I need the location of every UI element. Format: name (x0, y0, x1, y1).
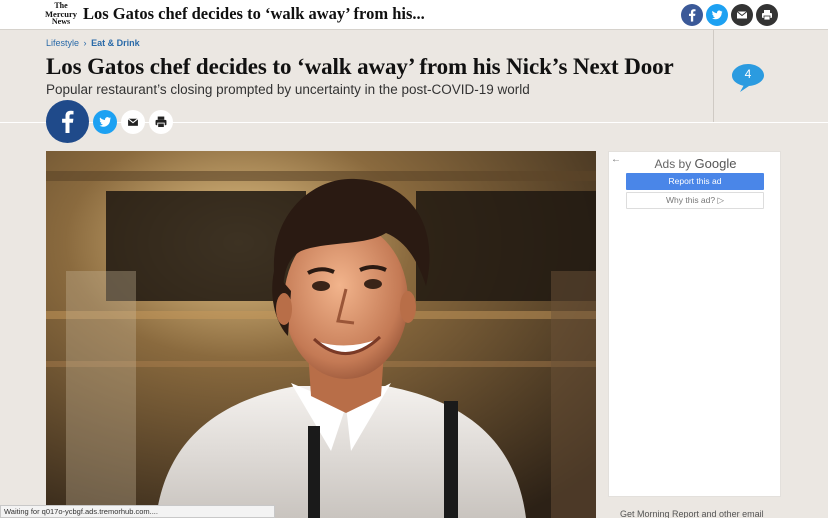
comment-count[interactable]: 4 (730, 64, 766, 84)
facebook-share-large-button[interactable] (46, 100, 89, 143)
article-subhead: Popular restaurant’s closing prompted by… (46, 82, 530, 97)
why-this-ad-button[interactable]: Why this ad? ▷ (626, 192, 764, 209)
chevron-right-icon: › (83, 38, 87, 48)
facebook-icon (689, 9, 696, 22)
chef-portrait-image (46, 151, 596, 518)
twitter-icon (712, 10, 723, 20)
email-share-button[interactable] (731, 4, 753, 26)
print-icon (762, 10, 772, 21)
header-divider (713, 30, 714, 122)
facebook-share-button[interactable] (681, 4, 703, 26)
print-share-large-button[interactable] (149, 110, 173, 134)
report-ad-button[interactable]: Report this ad (626, 173, 764, 190)
print-icon (155, 116, 167, 128)
twitter-icon (99, 117, 111, 127)
article-headline: Los Gatos chef decides to ‘walk away’ fr… (46, 54, 674, 79)
article-photo[interactable] (46, 151, 596, 518)
logo-line-3: News (51, 17, 71, 26)
twitter-share-large-button[interactable] (93, 110, 117, 134)
twitter-share-button[interactable] (706, 4, 728, 26)
browser-status-bar: Waiting for q017o-ycbgf.ads.tremorhub.co… (0, 505, 275, 518)
breadcrumb: Lifestyle › Eat & Drink (46, 38, 140, 48)
sticky-title: Los Gatos chef decides to ‘walk away’ fr… (83, 4, 425, 23)
ad-container: ← Ads by Google Report this ad Why this … (608, 151, 781, 497)
site-logo[interactable]: The Mercury News (44, 2, 78, 28)
email-icon (127, 118, 139, 126)
ads-by-label: Ads by (654, 157, 695, 171)
email-icon (736, 11, 748, 19)
facebook-icon (62, 110, 74, 133)
top-bar: The Mercury News Los Gatos chef decides … (0, 0, 828, 30)
email-share-large-button[interactable] (121, 110, 145, 134)
ads-by-google-label: Ads by Google (609, 156, 782, 171)
newsletter-teaser: Get Morning Report and other email (620, 509, 764, 518)
breadcrumb-lifestyle[interactable]: Lifestyle (46, 38, 79, 48)
breadcrumb-eat-drink[interactable]: Eat & Drink (91, 38, 140, 48)
google-label: Google (694, 156, 737, 171)
print-share-button[interactable] (756, 4, 778, 26)
